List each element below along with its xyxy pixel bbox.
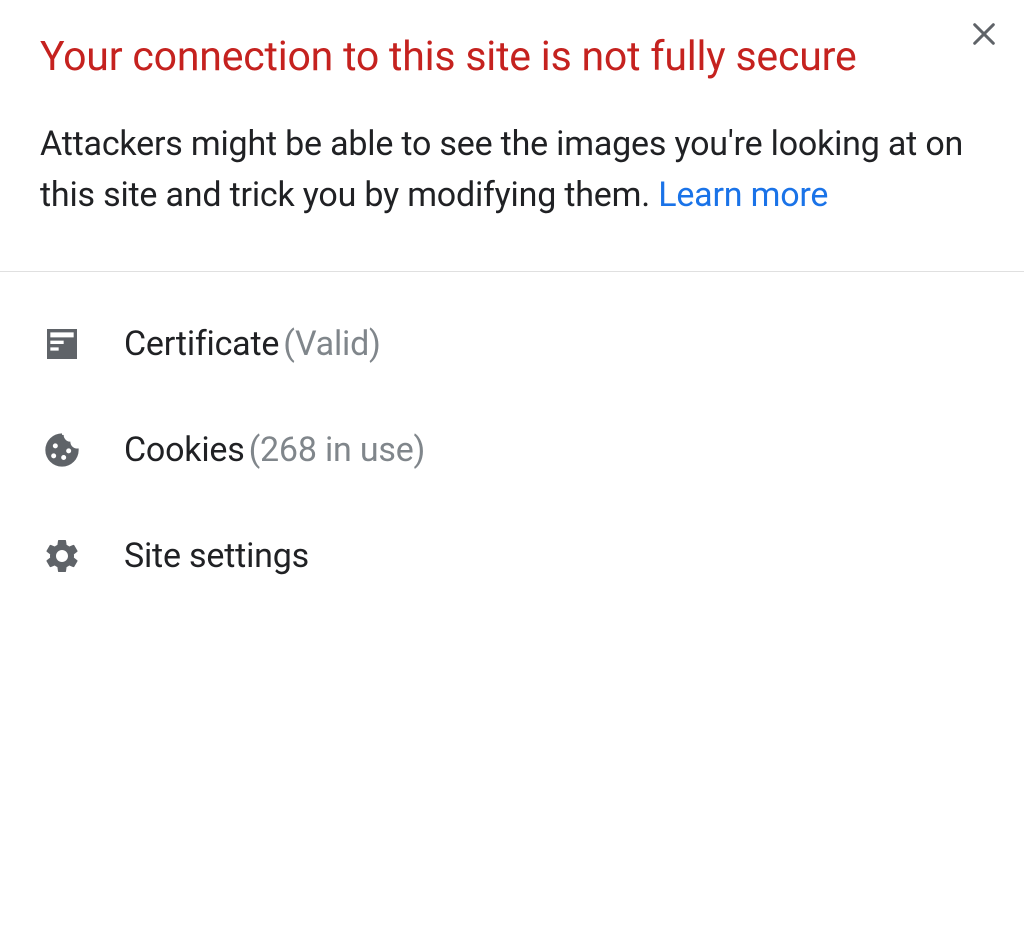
cookies-status: (268 in use) — [249, 430, 426, 470]
site-settings-label: Site settings — [124, 536, 309, 576]
gear-icon — [40, 534, 84, 578]
certificate-icon — [40, 322, 84, 366]
warning-title: Your connection to this site is not full… — [40, 30, 984, 85]
cookies-row[interactable]: Cookies (268 in use) — [40, 428, 984, 472]
learn-more-link[interactable]: Learn more — [658, 175, 828, 215]
site-settings-row[interactable]: Site settings — [40, 534, 984, 578]
certificate-status: (Valid) — [283, 324, 381, 364]
warning-description: Attackers might be able to see the image… — [40, 119, 984, 221]
info-item-list: Certificate (Valid) Cookies (268 in use) — [40, 322, 984, 578]
cookie-icon — [40, 428, 84, 472]
close-icon — [968, 35, 1000, 54]
certificate-row[interactable]: Certificate (Valid) — [40, 322, 984, 366]
certificate-label: Certificate — [124, 324, 279, 364]
certificate-text: Certificate (Valid) — [124, 324, 381, 364]
cookies-text: Cookies (268 in use) — [124, 430, 425, 470]
site-info-panel: Your connection to this site is not full… — [0, 0, 1024, 618]
divider — [0, 271, 1024, 272]
cookies-label: Cookies — [124, 430, 245, 470]
close-button[interactable] — [968, 18, 1000, 54]
